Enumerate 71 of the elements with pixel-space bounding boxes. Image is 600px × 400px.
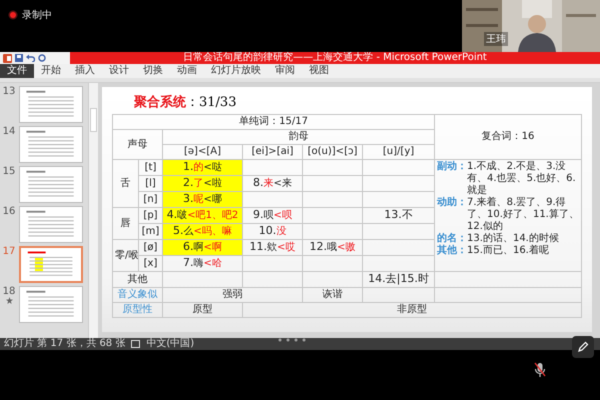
table-cell: 6.啊<啊 — [162, 240, 242, 256]
table-cell: 14.去|15.时 — [362, 272, 435, 288]
slide-number: 13 — [2, 86, 16, 97]
table-cell: 8.来<来 — [242, 176, 302, 192]
table-header: 声母 — [112, 130, 162, 160]
slide-number: 18 — [2, 286, 16, 297]
row-header: 原型性 — [112, 302, 162, 318]
language-indicator: 中文(中国) — [146, 338, 194, 350]
compound-list-item: 其他：15.而已、16.着呢 — [437, 245, 550, 257]
column-header: [ei]>[ai] — [242, 144, 302, 160]
microphone-icon[interactable] — [534, 362, 546, 378]
ribbon-tab[interactable]: 审阅 — [268, 64, 302, 78]
pencil-icon — [577, 341, 589, 353]
ribbon-tab[interactable]: 插入 — [68, 64, 102, 78]
undo-icon[interactable] — [26, 54, 35, 62]
compound-list-item: 动助：7.来着、8.罢了、9.得了、10.好了、11.算了、12.似的 — [437, 197, 579, 232]
file-menu-button[interactable]: 文件 — [0, 64, 34, 78]
row-header: 音义象似 — [112, 288, 162, 302]
table-cell: 1.的<哒 — [162, 160, 242, 176]
table-cell: 12.哦<嗷 — [302, 240, 362, 256]
slide-thumbnail[interactable] — [19, 246, 83, 283]
table-cell: 诙谐 — [302, 288, 362, 302]
table-cell: 强弱 — [162, 288, 302, 302]
slide-number: 16 — [2, 206, 16, 217]
slide-title: 聚合系统：31/33 — [134, 94, 238, 111]
table-cell: 11.欸<哎 — [242, 240, 302, 256]
scrollbar[interactable] — [88, 83, 98, 338]
slide-number: 17 — [2, 246, 16, 257]
slide-number: 15 — [2, 166, 16, 177]
recording-label: 录制中 — [22, 8, 52, 22]
record-icon — [8, 10, 18, 20]
table-header: 复合词：16 — [434, 114, 582, 160]
page-dots-icon — [278, 338, 308, 342]
slide-thumbnail[interactable] — [19, 126, 83, 163]
table-header: 韵母 — [162, 130, 435, 144]
ribbon-tab[interactable]: 设计 — [102, 64, 136, 78]
save-icon[interactable] — [15, 54, 23, 62]
slide-thumbnail[interactable] — [19, 86, 83, 123]
annotate-button[interactable] — [572, 336, 594, 358]
slide-thumbnail[interactable] — [19, 206, 83, 243]
table-cell: 非原型 — [242, 302, 582, 318]
ribbon-tab[interactable]: 幻灯片放映 — [204, 64, 268, 78]
row-header: 其他 — [112, 272, 162, 288]
slide-number: 14 — [2, 126, 16, 137]
table-cell: 13.不 — [362, 208, 435, 224]
table-cell: 7.嗨<哈 — [162, 256, 242, 272]
row-header: 舌 — [112, 160, 138, 208]
compound-list-item: 副动：1.不成、2.不是、3.没有、4.也罢、5.也好、6.就是 — [437, 161, 577, 196]
table-cell: 5.么<吗、嘛 — [162, 224, 242, 240]
slide-thumbnail[interactable] — [19, 166, 83, 203]
table-cell: 10.没 — [242, 224, 302, 240]
participant-name: 王玮 — [484, 32, 508, 46]
row-header: [x] — [138, 256, 162, 272]
ribbon-tab[interactable]: 开始 — [34, 64, 68, 78]
column-header: [u]/[y] — [362, 144, 435, 160]
ribbon-tab[interactable]: 动画 — [170, 64, 204, 78]
slide-thumbnail[interactable] — [19, 286, 83, 323]
table-cell: 2.了<啦 — [162, 176, 242, 192]
table-cell: 原型 — [162, 302, 242, 318]
compound-list-item: 的名：13.的话、14.的时候 — [437, 233, 560, 244]
ribbon-tab[interactable]: 视图 — [302, 64, 336, 78]
table-cell: 9.呗<呗 — [242, 208, 302, 224]
table-cell: 4.啵<吧1、吧2 — [162, 208, 242, 224]
slide-counter: 幻灯片 第 17 张，共 68 张 — [4, 338, 126, 350]
table-cell: 3.呢<哪 — [162, 192, 242, 208]
row-header: 零/喉 — [112, 240, 138, 272]
column-header: [o(u)]<[ɔ] — [302, 144, 362, 160]
notes-icon[interactable] — [131, 340, 140, 348]
row-header: 唇 — [112, 208, 138, 240]
ribbon-tab[interactable]: 切换 — [136, 64, 170, 78]
table-header: 单纯词：15/17 — [112, 114, 435, 130]
